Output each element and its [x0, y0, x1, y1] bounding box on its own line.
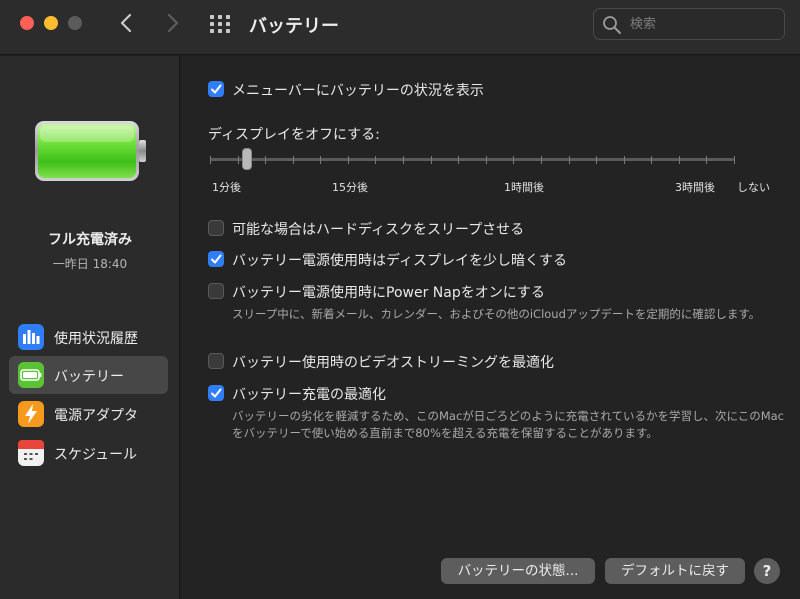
sidebar: フル充電済み 一昨日 18:40 使用状況履歴 バッテリー 電源アダプタ スケジ… [0, 56, 180, 599]
dim-display-checkbox[interactable] [208, 251, 224, 267]
slider-tick [458, 156, 460, 164]
sidebar-item-usage-history[interactable]: 使用状況履歴 [9, 318, 168, 356]
sidebar-item-label: スケジュール [54, 447, 138, 463]
slider-label-never: しない [737, 181, 770, 194]
slider-tick [485, 156, 487, 164]
chevron-right-icon [167, 13, 179, 33]
slider-tick [513, 156, 515, 164]
forward-button[interactable] [160, 10, 184, 36]
search-icon [603, 16, 621, 34]
hard-disk-sleep-checkbox[interactable] [208, 220, 224, 236]
slider-tick [320, 156, 322, 164]
slider-tick [403, 156, 405, 164]
battery-health-button[interactable]: バッテリーの状態... [441, 558, 595, 584]
display-off-slider-knob[interactable] [242, 148, 252, 170]
close-window-button[interactable] [20, 16, 34, 30]
calendar-icon [18, 440, 44, 466]
battery-level-icon [34, 120, 148, 182]
sidebar-item-power-adapter[interactable]: 電源アダプタ [9, 395, 168, 433]
show-in-menubar-label: メニューバーにバッテリーの状況を表示 [232, 83, 484, 99]
slider-tick [265, 156, 267, 164]
sidebar-item-label: 使用状況履歴 [54, 331, 138, 347]
slider-tick [706, 156, 708, 164]
search-field[interactable] [593, 8, 785, 40]
display-off-title: ディスプレイをオフにする: [208, 127, 380, 143]
battery-icon [18, 362, 44, 388]
slider-tick [347, 156, 349, 164]
checkmark-icon [211, 254, 222, 264]
slider-label-1hour: 1時間後 [504, 181, 544, 194]
slider-tick [237, 156, 239, 164]
slider-tick [651, 156, 653, 164]
sidebar-item-label: 電源アダプタ [54, 408, 138, 424]
optimized-charging-checkbox[interactable] [208, 385, 224, 401]
slider-tick [596, 156, 598, 164]
sidebar-item-label: バッテリー [54, 369, 124, 385]
slider-tick [430, 156, 432, 164]
video-streaming-label: バッテリー使用時のビデオストリーミングを最適化 [232, 355, 554, 371]
optimized-charging-description: バッテリーの劣化を軽減するため、このMacが日ごろどのように充電されているかを学… [232, 409, 785, 440]
show-all-button[interactable] [208, 13, 232, 35]
power-nap-description: スリープ中に、新着メール、カレンダー、およびその他のiCloudアップデートを定… [232, 307, 761, 321]
power-nap-label: バッテリー電源使用時にPower Napをオンにする [232, 285, 545, 301]
slider-tick [623, 156, 625, 164]
search-input[interactable] [630, 14, 778, 34]
power-nap-checkbox[interactable] [208, 283, 224, 299]
display-off-slider-track[interactable] [210, 158, 734, 161]
slider-tick [540, 156, 542, 164]
slider-label-1min: 1分後 [212, 181, 241, 194]
checkmark-icon [211, 84, 222, 94]
back-button[interactable] [115, 10, 139, 36]
optimized-charging-label: バッテリー充電の最適化 [232, 387, 386, 403]
slider-tick [734, 156, 735, 164]
slider-tick [292, 156, 294, 164]
window-title: バッテリー [249, 16, 339, 37]
title-bar: バッテリー [0, 0, 800, 55]
dim-display-label: バッテリー電源使用時はディスプレイを少し暗くする [232, 253, 568, 269]
sidebar-item-battery[interactable]: バッテリー [9, 356, 168, 394]
slider-tick [568, 156, 570, 164]
checkmark-icon [211, 388, 222, 398]
hard-disk-sleep-label: 可能な場合はハードディスクをスリープさせる [232, 222, 525, 238]
restore-defaults-button[interactable]: デフォルトに戻す [605, 558, 745, 584]
minimize-window-button[interactable] [44, 16, 58, 30]
chevron-left-icon [120, 13, 132, 33]
battery-last-charged: 一昨日 18:40 [52, 257, 128, 271]
battery-status: フル充電済み [48, 232, 132, 248]
video-streaming-checkbox[interactable] [208, 353, 224, 369]
slider-tick [375, 156, 377, 164]
slider-label-3hours: 3時間後 [675, 181, 715, 194]
zoom-window-button[interactable] [68, 16, 82, 30]
power-adapter-icon [18, 401, 44, 427]
usage-history-icon [18, 324, 44, 350]
main-panel: メニューバーにバッテリーの状況を表示 ディスプレイをオフにする: 1分後 15分… [181, 56, 800, 599]
slider-label-15min: 15分後 [332, 181, 368, 194]
slider-tick [210, 156, 211, 164]
slider-tick [678, 156, 680, 164]
grid-icon [210, 15, 230, 33]
sidebar-item-schedule[interactable]: スケジュール [9, 434, 168, 472]
help-button[interactable]: ? [754, 558, 780, 584]
show-in-menubar-checkbox[interactable] [208, 81, 224, 97]
